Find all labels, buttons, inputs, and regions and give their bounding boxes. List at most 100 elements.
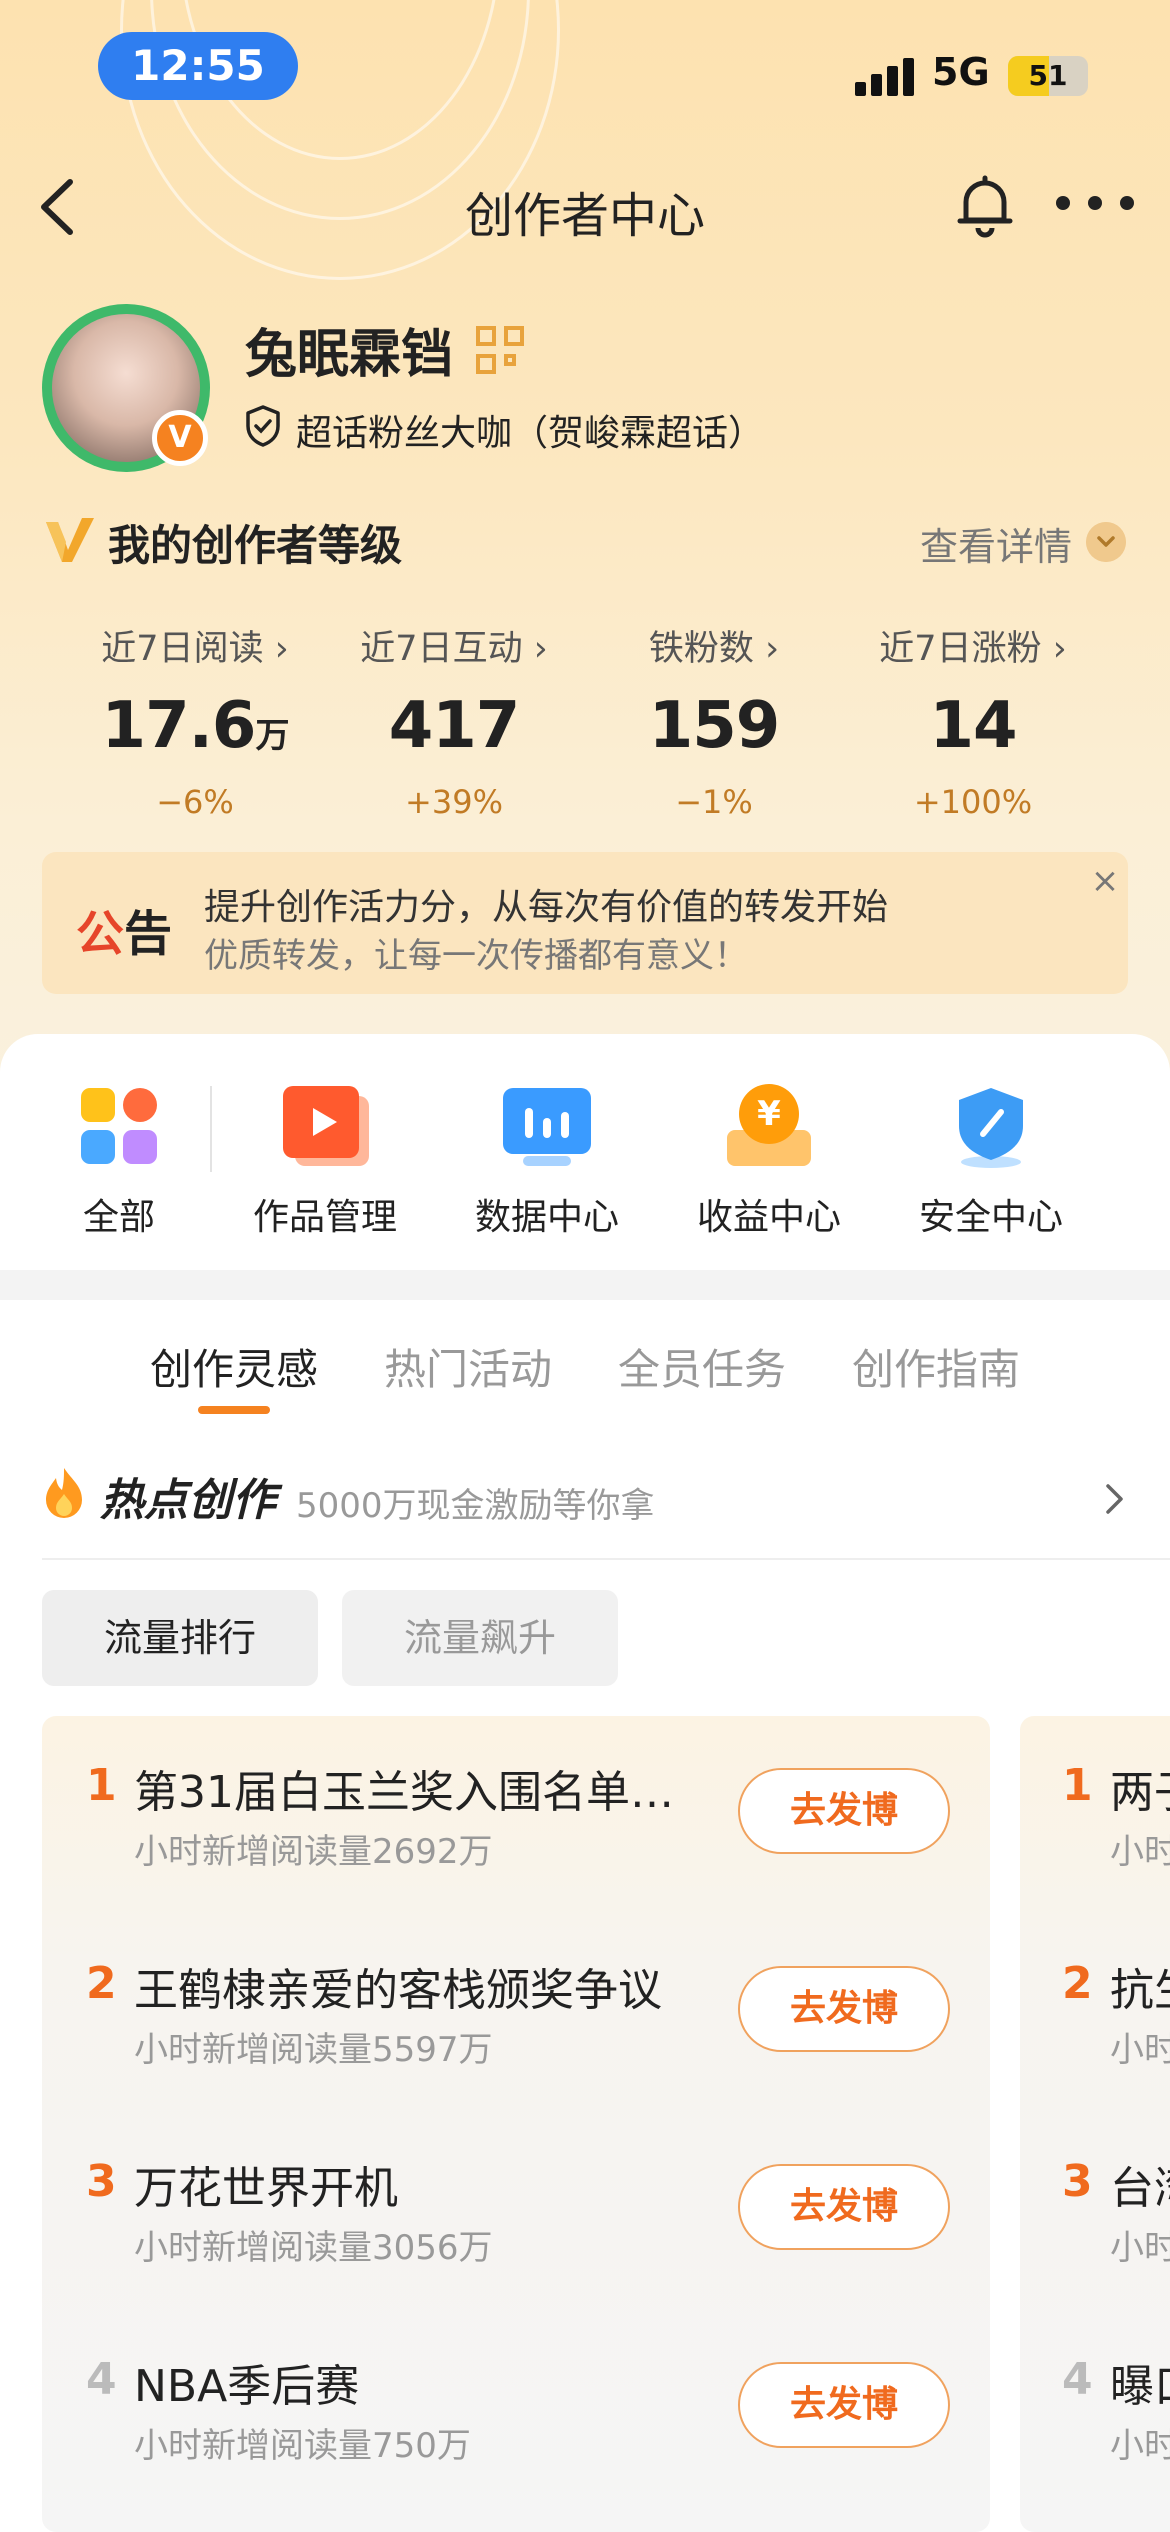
level-detail-link[interactable]: 查看详情: [920, 516, 1072, 571]
stat-change: −6%: [156, 783, 234, 821]
stat-interactions[interactable]: 近7日互动 › 417 +39%: [324, 620, 584, 821]
rank-reads: 小时: [1110, 1832, 1170, 1872]
ranking-list-secondary: 1 两子 小时 2 抗生 小时 3 台湾 小时 4 曝口 小时: [1020, 1716, 1170, 2532]
signal-icon: [855, 58, 915, 96]
list-item[interactable]: 3 台湾 小时: [1020, 2112, 1170, 2310]
post-button[interactable]: 去发博: [738, 2362, 950, 2448]
list-item[interactable]: 1 两子 小时: [1020, 1716, 1170, 1914]
post-button[interactable]: 去发博: [738, 1966, 950, 2052]
bell-icon[interactable]: [952, 172, 1018, 238]
rank-number: 2: [86, 1958, 117, 2009]
announcement-subtitle: 优质转发，让每一次传播都有意义！: [204, 936, 748, 976]
stat-iron-fans[interactable]: 铁粉数 › 159 −1%: [584, 620, 844, 821]
more-icon[interactable]: [1056, 196, 1134, 212]
announcement-title: 提升创作活力分，从每次有价值的转发开始: [204, 887, 889, 928]
rank-number: 1: [86, 1760, 117, 1811]
list-item[interactable]: 4 NBA季后赛 小时新增阅读量750万 去发博: [42, 2310, 990, 2508]
rank-number: 4: [86, 2354, 117, 2405]
chevron-right-icon[interactable]: [1104, 1482, 1126, 1516]
divider: [42, 1558, 1170, 1560]
announcement-tag-part1: 公: [76, 906, 125, 962]
tool-label: 安全中心: [918, 1197, 1063, 1238]
hot-section-title: 热点创作: [100, 1475, 276, 1526]
tool-label: 收益中心: [696, 1197, 841, 1238]
rank-reads: 小时新增阅读量3056万: [134, 2228, 493, 2268]
rank-title[interactable]: NBA季后赛: [134, 2350, 694, 2414]
rank-reads: 小时: [1110, 2228, 1170, 2268]
list-item[interactable]: 1 第31届白玉兰奖入围名单… 小时新增阅读量2692万 去发博: [42, 1716, 990, 1914]
stat-label: 近7日阅读: [101, 629, 264, 669]
tab-inspiration[interactable]: 创作灵感: [150, 1336, 318, 1397]
tool-divider: [210, 1086, 212, 1172]
qr-code-icon[interactable]: [476, 326, 524, 374]
stat-unit: 万: [255, 716, 289, 756]
tool-label: 全部: [82, 1197, 155, 1238]
tab-guide[interactable]: 创作指南: [852, 1336, 1020, 1397]
announcement-tag-part2: 告: [124, 906, 173, 962]
stat-label: 近7日涨粉: [879, 629, 1042, 669]
shield-check-icon: [246, 405, 280, 447]
rank-reads: 小时新增阅读量5597万: [134, 2030, 493, 2070]
announcement-tag: 公告: [76, 894, 172, 964]
status-time: 12:55: [98, 32, 298, 100]
stat-value: 417: [388, 689, 521, 763]
rank-number: 4: [1062, 2354, 1093, 2405]
list-item[interactable]: 2 王鹤棣亲爱的客栈颁奖争议 小时新增阅读量5597万 去发博: [42, 1914, 990, 2112]
tool-income-center[interactable]: ¥ 收益中心: [674, 1082, 864, 1240]
rank-title[interactable]: 台湾: [1110, 2152, 1170, 2216]
rank-reads: 小时: [1110, 2030, 1170, 2070]
tab-hot-events[interactable]: 热门活动: [384, 1336, 552, 1397]
post-button[interactable]: 去发博: [738, 2164, 950, 2250]
rank-number: 3: [1062, 2156, 1093, 2207]
rank-title[interactable]: 王鹤棣亲爱的客栈颁奖争议: [134, 1954, 694, 2018]
shield-pen-icon: [947, 1082, 1035, 1170]
stat-value: 14: [929, 689, 1017, 763]
ranking-list: 1 第31届白玉兰奖入围名单… 小时新增阅读量2692万 去发博 2 王鹤棣亲爱…: [42, 1716, 990, 2532]
rank-reads: 小时新增阅读量750万: [134, 2426, 471, 2466]
username[interactable]: 兔眠霖铛: [245, 312, 453, 387]
level-title: 我的创作者等级: [108, 521, 403, 570]
tool-works[interactable]: 作品管理: [230, 1082, 420, 1240]
chip-traffic-rank[interactable]: 流量排行: [42, 1590, 318, 1686]
tool-all[interactable]: 全部: [24, 1082, 214, 1240]
stat-label: 铁粉数: [648, 629, 754, 669]
tool-data-center[interactable]: 数据中心: [452, 1082, 642, 1240]
battery-icon: 51: [1008, 56, 1088, 96]
rank-title[interactable]: 万花世界开机: [134, 2152, 694, 2216]
tab-active-indicator: [198, 1406, 270, 1414]
tools-card: 全部 作品管理 数据中心 ¥ 收益中心 安全中心: [0, 1034, 1170, 1270]
rank-title[interactable]: 曝口: [1110, 2350, 1170, 2414]
stat-change: +100%: [913, 783, 1033, 821]
list-item[interactable]: 3 万花世界开机 小时新增阅读量3056万 去发博: [42, 2112, 990, 2310]
stat-reads[interactable]: 近7日阅读 › 17.6万 −6%: [65, 620, 325, 821]
stat-change: −1%: [675, 783, 753, 821]
grid-apps-icon: [75, 1082, 163, 1170]
rank-title[interactable]: 两子: [1110, 1756, 1170, 1820]
close-icon[interactable]: ×: [1090, 864, 1120, 898]
level-v-icon: [46, 518, 94, 562]
yuan-coin-icon: ¥: [725, 1082, 813, 1170]
post-button[interactable]: 去发博: [738, 1768, 950, 1854]
stat-value: 17.6: [101, 689, 257, 763]
tool-label: 数据中心: [474, 1197, 619, 1238]
fan-title[interactable]: 超话粉丝大咖（贺峻霖超话）: [296, 404, 764, 456]
tab-all-tasks[interactable]: 全员任务: [618, 1336, 786, 1397]
rank-title[interactable]: 第31届白玉兰奖入围名单…: [134, 1756, 694, 1820]
list-item[interactable]: 4 曝口 小时: [1020, 2310, 1170, 2508]
chevron-down-icon[interactable]: [1086, 522, 1126, 562]
announcement-banner[interactable]: 公告 提升创作活力分，从每次有价值的转发开始 优质转发，让每一次传播都有意义！ …: [42, 852, 1128, 994]
rank-number: 2: [1062, 1958, 1093, 2009]
stat-new-fans[interactable]: 近7日涨粉 › 14 +100%: [843, 620, 1103, 821]
play-folder-icon: [281, 1082, 369, 1170]
rank-number: 1: [1062, 1760, 1093, 1811]
stat-label: 近7日互动: [360, 629, 523, 669]
stat-change: +39%: [405, 783, 503, 821]
list-item[interactable]: 2 抗生 小时: [1020, 1914, 1170, 2112]
chip-traffic-rising[interactable]: 流量飙升: [342, 1590, 618, 1686]
rank-title[interactable]: 抗生: [1110, 1954, 1170, 2018]
rank-reads: 小时新增阅读量2692万: [134, 1832, 493, 1872]
tool-security-center[interactable]: 安全中心: [896, 1082, 1086, 1240]
battery-level: 51: [1028, 59, 1068, 92]
rank-reads: 小时: [1110, 2426, 1170, 2466]
fire-icon: [46, 1468, 82, 1518]
